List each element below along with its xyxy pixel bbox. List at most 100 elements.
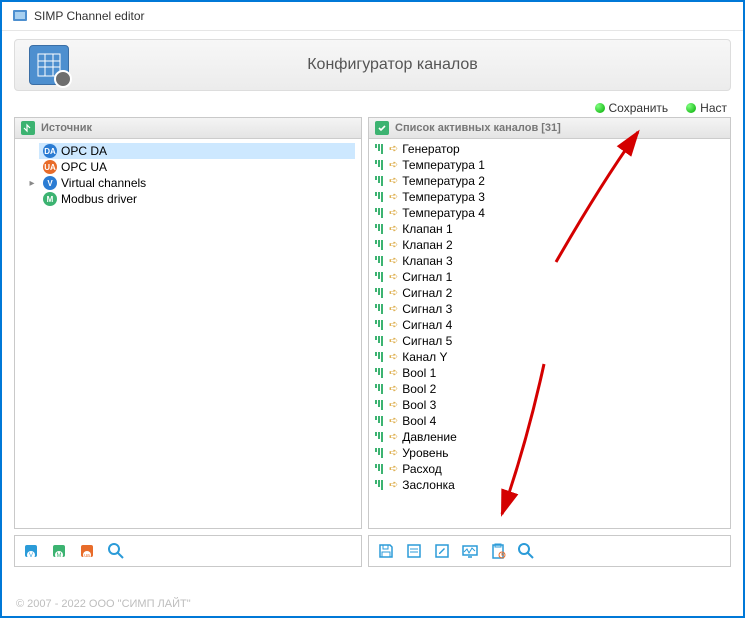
footer-copyright: © 2007 - 2022 ООО "СИМП ЛАЙТ"	[16, 598, 191, 610]
opc-button[interactable]: ua	[77, 540, 99, 562]
tree-item-label: OPC DA	[61, 144, 107, 158]
channel-item[interactable]: ➪Уровень	[373, 445, 726, 461]
save-button[interactable]: Сохранить	[595, 101, 669, 115]
channel-label: Сигнал 1	[402, 269, 452, 285]
channel-item[interactable]: ➪Клапан 1	[373, 221, 726, 237]
channel-item[interactable]: ➪Bool 1	[373, 365, 726, 381]
channel-item[interactable]: ➪Расход	[373, 461, 726, 477]
signal-icon	[375, 352, 385, 362]
titlebar: SIMP Channel editor	[2, 2, 743, 31]
search-button[interactable]	[105, 540, 127, 562]
channel-item[interactable]: ➪Давление	[373, 429, 726, 445]
properties-button[interactable]	[403, 540, 425, 562]
arrow-icon: ➪	[389, 141, 398, 157]
gear-icon	[54, 70, 72, 88]
channel-item[interactable]: ➪Сигнал 4	[373, 317, 726, 333]
tree-item-label: Modbus driver	[61, 192, 137, 206]
channel-item[interactable]: ➪Сигнал 1	[373, 269, 726, 285]
signal-icon	[375, 304, 385, 314]
edit-button[interactable]	[431, 540, 453, 562]
arrow-icon: ➪	[389, 429, 398, 445]
arrow-icon: ➪	[389, 253, 398, 269]
channel-item[interactable]: ➪Клапан 2	[373, 237, 726, 253]
signal-icon	[375, 240, 385, 250]
channels-panel: Список активных каналов [31] ➪Генератор➪…	[368, 117, 731, 529]
ua-icon: UA	[43, 160, 57, 174]
arrow-icon: ➪	[389, 301, 398, 317]
virtual-channels-button[interactable]: V	[21, 540, 43, 562]
svg-text:ua: ua	[84, 553, 90, 559]
channel-label: Температура 4	[402, 205, 485, 221]
app-logo-icon	[29, 45, 69, 85]
signal-icon	[375, 432, 385, 442]
channel-item[interactable]: ➪Генератор	[373, 141, 726, 157]
signal-icon	[375, 400, 385, 410]
modbus-button[interactable]: M	[49, 540, 71, 562]
save-file-button[interactable]	[375, 540, 397, 562]
expand-icon[interactable]: ▸	[27, 178, 37, 189]
settings-button[interactable]: Наст	[686, 101, 727, 115]
arrow-icon: ➪	[389, 189, 398, 205]
arrow-icon: ➪	[389, 317, 398, 333]
arrow-icon: ➪	[389, 365, 398, 381]
channel-item[interactable]: ➪Сигнал 2	[373, 285, 726, 301]
tree-item-opc-da[interactable]: DA OPC DA	[39, 143, 355, 159]
channel-label: Клапан 2	[402, 237, 452, 253]
channel-item[interactable]: ➪Заслонка	[373, 477, 726, 493]
channel-label: Температура 1	[402, 157, 485, 173]
app-icon	[12, 8, 28, 24]
arrow-icon: ➪	[389, 157, 398, 173]
arrow-icon: ➪	[389, 397, 398, 413]
arrow-icon: ➪	[389, 285, 398, 301]
arrow-icon: ➪	[389, 413, 398, 429]
signal-icon	[375, 256, 385, 266]
channel-item[interactable]: ➪Bool 3	[373, 397, 726, 413]
channel-label: Генератор	[402, 141, 459, 157]
channel-label: Канал Y	[402, 349, 447, 365]
signal-icon	[375, 144, 385, 154]
channel-label: Bool 2	[402, 381, 436, 397]
clipboard-button[interactable]	[487, 540, 509, 562]
arrow-icon: ➪	[389, 173, 398, 189]
channel-item[interactable]: ➪Bool 4	[373, 413, 726, 429]
channel-item[interactable]: ➪Канал Y	[373, 349, 726, 365]
svg-text:V: V	[29, 553, 33, 559]
channel-item[interactable]: ➪Температура 3	[373, 189, 726, 205]
channels-list[interactable]: ➪Генератор➪Температура 1➪Температура 2➪Т…	[369, 139, 730, 528]
channel-label: Температура 2	[402, 173, 485, 189]
tree-item-modbus-driver[interactable]: M Modbus driver	[39, 191, 355, 207]
source-toolbar: V M ua	[14, 535, 362, 567]
channel-item[interactable]: ➪Температура 1	[373, 157, 726, 173]
channel-label: Bool 1	[402, 365, 436, 381]
channel-item[interactable]: ➪Сигнал 3	[373, 301, 726, 317]
tree-item-opc-ua[interactable]: UA OPC UA	[39, 159, 355, 175]
arrow-icon: ➪	[389, 461, 398, 477]
search-channels-button[interactable]	[515, 540, 537, 562]
da-icon: DA	[43, 144, 57, 158]
source-panel: Источник DAOPC DAUAOPC UA▸VVirtual chann…	[14, 117, 362, 529]
channel-item[interactable]: ➪Температура 4	[373, 205, 726, 221]
channel-item[interactable]: ➪Клапан 3	[373, 253, 726, 269]
channel-item[interactable]: ➪Bool 2	[373, 381, 726, 397]
channel-label: Заслонка	[402, 477, 455, 493]
panel-badge-icon	[21, 121, 35, 135]
channel-item[interactable]: ➪Температура 2	[373, 173, 726, 189]
signal-icon	[375, 320, 385, 330]
signal-icon	[375, 192, 385, 202]
channel-label: Клапан 1	[402, 221, 452, 237]
arrow-icon: ➪	[389, 205, 398, 221]
channel-label: Сигнал 5	[402, 333, 452, 349]
source-tree[interactable]: DA OPC DA UA OPC UA▸VVirtual channelsM Modbu…	[15, 139, 361, 528]
tree-item-label: OPC UA	[61, 160, 107, 174]
svg-text:M: M	[57, 553, 62, 559]
channel-item[interactable]: ➪Сигнал 5	[373, 333, 726, 349]
signal-icon	[375, 176, 385, 186]
signal-icon	[375, 208, 385, 218]
m-icon: M	[43, 192, 57, 206]
channel-label: Сигнал 4	[402, 317, 452, 333]
tree-item-virtual-channels[interactable]: ▸VVirtual channels	[39, 175, 355, 191]
channels-toolbar	[368, 535, 731, 567]
signal-icon	[375, 288, 385, 298]
channel-label: Сигнал 2	[402, 285, 452, 301]
monitor-button[interactable]	[459, 540, 481, 562]
